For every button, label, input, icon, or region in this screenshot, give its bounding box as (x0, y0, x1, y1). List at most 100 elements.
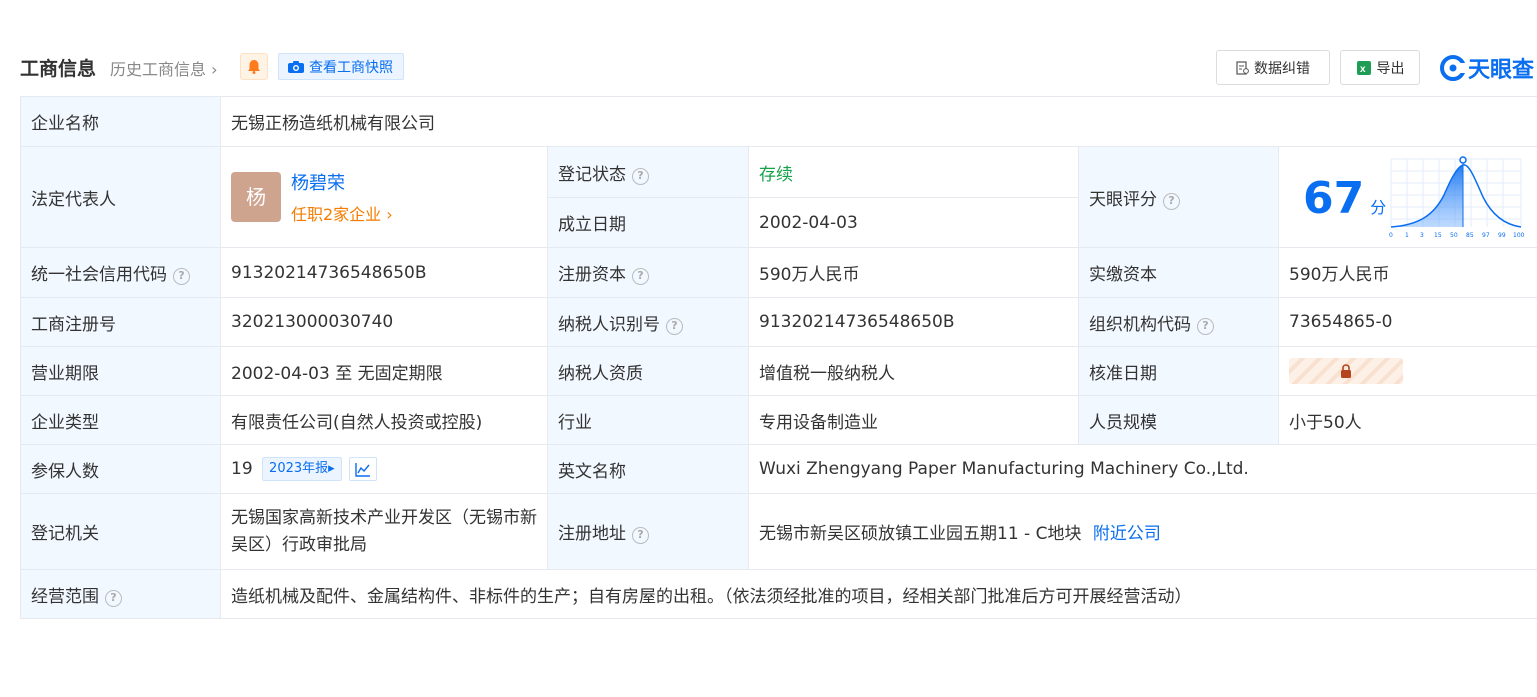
history-link[interactable]: 历史工商信息 › (110, 56, 218, 80)
credit-code-label-text: 统一社会信用代码 (31, 265, 167, 285)
bell-icon (248, 60, 260, 74)
table-row: 营业期限 2002-04-03 至 无固定期限 纳税人资质 增值税一般纳税人 核… (20, 346, 1537, 396)
nearby-companies-link[interactable]: 附近公司 (1093, 524, 1161, 544)
approval-date-label: 核准日期 (1078, 346, 1279, 396)
address-label-text: 注册地址 (558, 524, 626, 544)
table-row: 法定代表人 杨 杨碧荣 任职2家企业 › 登记状态? 存续 天眼评分? 67 分 (20, 146, 1537, 248)
data-correction-label: 数据纠错 (1254, 60, 1310, 77)
company-type-value: 有限责任公司(自然人投资或控股) (220, 395, 548, 445)
address-cell: 无锡市新吴区硕放镇工业园五期11 - C地块 附近公司 (748, 493, 1537, 570)
company-name-value: 无锡正杨造纸机械有限公司 (220, 96, 1537, 147)
score-tick-label: 3 (1420, 232, 1424, 239)
insured-label: 参保人数 (20, 444, 221, 494)
score-tick-label: 99 (1498, 232, 1506, 239)
section-title: 工商信息 (20, 58, 97, 80)
annual-report-button[interactable]: 2023年报▸ (262, 457, 342, 481)
legal-rep-name-link[interactable]: 杨碧荣 (291, 169, 393, 195)
help-icon[interactable]: ? (1197, 317, 1214, 335)
excel-icon: x (1356, 60, 1371, 75)
status-label-text: 登记状态 (558, 164, 626, 185)
avatar[interactable]: 杨 (231, 172, 281, 222)
section-header: 工商信息 历史工商信息 › 查看工商快照 数据纠错 x 导出 天眼查 (20, 50, 1537, 85)
help-icon[interactable]: ? (632, 527, 649, 544)
staff-size-label: 人员规模 (1078, 395, 1279, 445)
business-info-table: 企业名称 无锡正杨造纸机械有限公司 法定代表人 杨 杨碧荣 任职2家企业 › 登… (20, 96, 1537, 619)
document-edit-icon (1236, 60, 1249, 75)
chevron-right-icon: › (211, 60, 218, 79)
score-distribution-chart: 0 1 3 15 50 85 97 99 100 (1389, 156, 1525, 239)
taxpayer-qual-value: 增值税一般纳税人 (748, 346, 1079, 396)
org-code-value: 73654865-0 (1278, 297, 1537, 347)
paid-capital-label: 实缴资本 (1078, 247, 1279, 298)
score-tick-label: 15 (1434, 232, 1442, 239)
chevron-right-icon: › (381, 205, 393, 224)
taxpayer-id-label: 纳税人识别号? (547, 297, 749, 347)
paid-capital-value: 590万人民币 (1278, 247, 1537, 298)
snapshot-label: 查看工商快照 (309, 59, 393, 76)
svg-text:x: x (1360, 64, 1366, 75)
annual-report-label: 2023年报 (269, 461, 329, 476)
monitor-bell-button[interactable] (240, 53, 268, 80)
table-row: 工商注册号 320213000030740 纳税人识别号? 9132021473… (20, 297, 1537, 347)
trend-chart-button[interactable] (349, 457, 378, 481)
legal-rep-positions-text: 任职2家企业 (291, 205, 382, 224)
taxpayer-id-label-text: 纳税人识别号 (558, 314, 660, 335)
score-tick-label: 1 (1405, 232, 1409, 239)
legal-rep-cell: 杨 杨碧荣 任职2家企业 › (220, 146, 548, 248)
scope-label: 经营范围? (20, 569, 221, 619)
authority-label: 登记机关 (20, 493, 221, 570)
credit-code-value: 91320214736548650B (220, 247, 548, 298)
line-chart-icon (355, 463, 371, 477)
score-tick-label: 85 (1466, 232, 1474, 239)
taxpayer-id-value: 91320214736548650B (748, 297, 1079, 347)
authority-value: 无锡国家高新技术产业开发区（无锡市新吴区）行政审批局 (220, 493, 548, 570)
founded-value: 2002-04-03 (748, 197, 1079, 248)
table-row: 参保人数 19 2023年报▸ 英文名称 Wuxi Zhengyang Pape… (20, 444, 1537, 494)
reg-no-label: 工商注册号 (20, 297, 221, 347)
help-icon[interactable]: ? (632, 268, 649, 285)
snapshot-button[interactable]: 查看工商快照 (278, 53, 404, 80)
score-tick-label: 0 (1389, 232, 1393, 239)
help-icon[interactable]: ? (632, 167, 649, 185)
table-row: 经营范围? 造纸机械及配件、金属结构件、非标件的生产；自有房屋的出租。（依法须经… (20, 569, 1537, 619)
score-label: 天眼评分? (1078, 146, 1279, 248)
reg-no-value: 320213000030740 (220, 297, 548, 347)
camera-icon (288, 60, 304, 73)
english-name-value: Wuxi Zhengyang Paper Manufacturing Machi… (748, 444, 1537, 494)
caret-right-icon: ▸ (328, 461, 335, 476)
score-tick-label: 100 (1513, 232, 1525, 239)
reg-capital-label-text: 注册资本 (558, 265, 626, 285)
vip-locked-value[interactable] (1289, 358, 1403, 384)
help-icon[interactable]: ? (666, 317, 683, 335)
insured-cell: 19 2023年报▸ (220, 444, 548, 494)
approval-date-cell (1278, 346, 1537, 396)
help-icon[interactable]: ? (105, 589, 122, 607)
insured-value: 19 (231, 459, 253, 479)
industry-value: 专用设备制造业 (748, 395, 1079, 445)
english-name-label: 英文名称 (547, 444, 749, 494)
company-name-label: 企业名称 (20, 96, 221, 147)
staff-size-value: 小于50人 (1278, 395, 1537, 445)
brand-logo: 天眼查 (1440, 52, 1534, 84)
export-label: 导出 (1376, 60, 1405, 77)
score-cell[interactable]: 67 分 0 1 3 15 50 85 97 99 100 (1278, 146, 1537, 248)
help-icon[interactable]: ? (173, 268, 190, 285)
data-correction-button[interactable]: 数据纠错 (1216, 50, 1330, 85)
table-row: 登记机关 无锡国家高新技术产业开发区（无锡市新吴区）行政审批局 注册地址? 无锡… (20, 493, 1537, 570)
org-code-label-text: 组织机构代码 (1089, 314, 1191, 335)
founded-label: 成立日期 (547, 197, 749, 248)
org-code-label: 组织机构代码? (1078, 297, 1279, 347)
export-button[interactable]: x 导出 (1340, 50, 1420, 85)
score-label-text: 天眼评分 (1089, 189, 1157, 210)
term-label: 营业期限 (20, 346, 221, 396)
score-tick-label: 50 (1450, 232, 1458, 239)
help-icon[interactable]: ? (1163, 192, 1180, 210)
reg-capital-label: 注册资本? (547, 247, 749, 298)
score-value: 67 (1303, 173, 1365, 224)
term-value: 2002-04-03 至 无固定期限 (220, 346, 548, 396)
score-tick-label: 97 (1482, 232, 1490, 239)
taxpayer-qual-label: 纳税人资质 (547, 346, 749, 396)
history-label: 历史工商信息 (110, 60, 207, 79)
legal-rep-positions-link[interactable]: 任职2家企业 › (291, 201, 393, 225)
industry-label: 行业 (547, 395, 749, 445)
